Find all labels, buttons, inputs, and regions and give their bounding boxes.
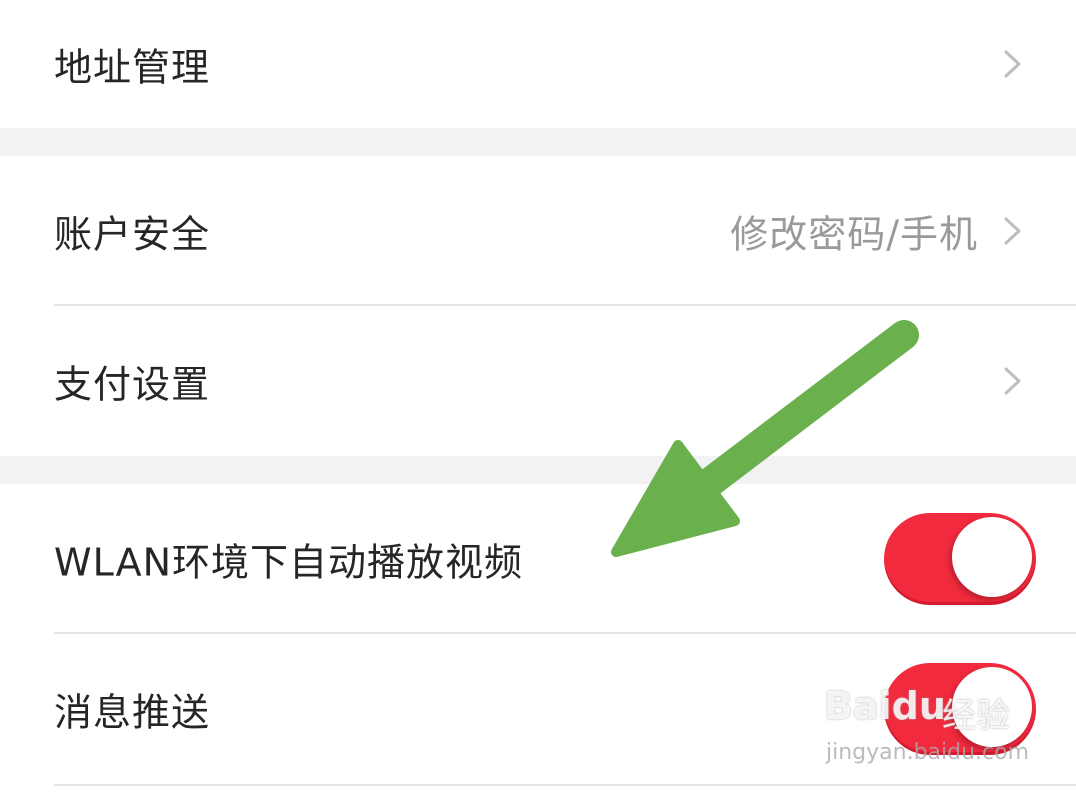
push-notification-label: 消息推送: [54, 690, 211, 735]
push-notification-row: 消息推送: [0, 634, 1076, 784]
wlan-autoplay-toggle[interactable]: [884, 513, 1036, 605]
payment-settings-row[interactable]: 支付设置: [0, 306, 1076, 456]
account-security-label: 账户安全: [54, 212, 211, 257]
row-divider: [54, 784, 1076, 786]
address-management-row[interactable]: 地址管理: [0, 0, 1076, 128]
payment-settings-label: 支付设置: [54, 362, 211, 407]
account-security-row[interactable]: 账户安全 修改密码/手机: [0, 156, 1076, 306]
section-gap: [0, 128, 1076, 156]
wlan-autoplay-label: WLAN环境下自动播放视频: [54, 540, 524, 585]
chevron-right-icon: [1004, 367, 1021, 395]
chevron-right-icon: [1004, 50, 1021, 78]
address-management-label: 地址管理: [54, 45, 211, 90]
section-gap: [0, 456, 1076, 484]
wlan-autoplay-row: WLAN环境下自动播放视频: [0, 484, 1076, 634]
account-security-value: 修改密码/手机: [730, 212, 978, 257]
toggle-knob: [952, 517, 1032, 597]
chevron-right-icon: [1004, 217, 1021, 245]
push-notification-toggle[interactable]: [884, 663, 1036, 755]
toggle-knob: [952, 667, 1032, 747]
